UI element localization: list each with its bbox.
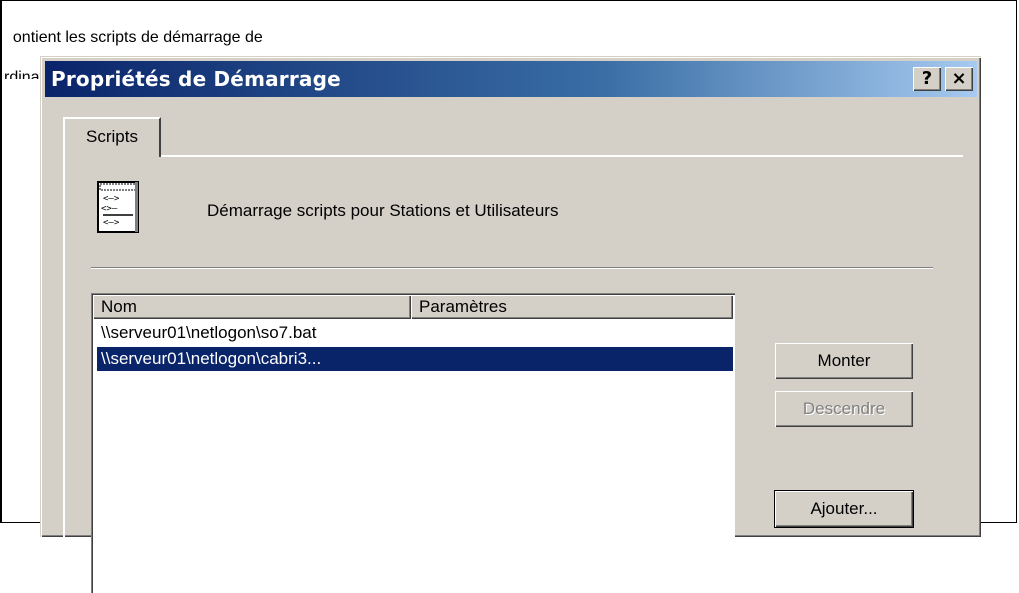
tab-scripts[interactable]: Scripts (63, 117, 161, 157)
svg-text:<—>: <—> (103, 218, 120, 228)
script-document-icon: <—> <>— <—> (97, 181, 139, 233)
dialog-title: Propriétés de Démarrage (51, 67, 341, 91)
list-item[interactable]: \\serveur01\netlogon\so7.bat (97, 321, 733, 345)
help-button[interactable]: ? (913, 67, 941, 91)
column-header-name[interactable]: Nom (93, 295, 411, 319)
header-description: Démarrage scripts pour Stations et Utili… (207, 201, 559, 220)
add-button[interactable]: Ajouter... (775, 491, 913, 527)
move-up-button[interactable]: Monter (775, 343, 913, 379)
svg-text:<—>: <—> (103, 194, 120, 204)
list-header: Nom Paramètres (93, 295, 735, 319)
list-item-selected[interactable]: \\serveur01\netlogon\cabri3... (97, 347, 733, 371)
scripts-list[interactable]: Nom Paramètres \\serveur01\netlogon\so7.… (91, 293, 735, 593)
column-header-parameters[interactable]: Paramètres (411, 295, 733, 319)
title-bar[interactable]: Propriétés de Démarrage ? × (45, 61, 977, 97)
move-down-button[interactable]: Descendre (775, 391, 913, 427)
background-description-line1: ontient les scripts de démarrage de (12, 29, 263, 46)
startup-properties-dialog: Propriétés de Démarrage ? × Scripts <—> … (40, 56, 981, 593)
close-button[interactable]: × (945, 67, 973, 91)
svg-text:<>—: <>— (101, 204, 118, 214)
separator (91, 267, 933, 269)
